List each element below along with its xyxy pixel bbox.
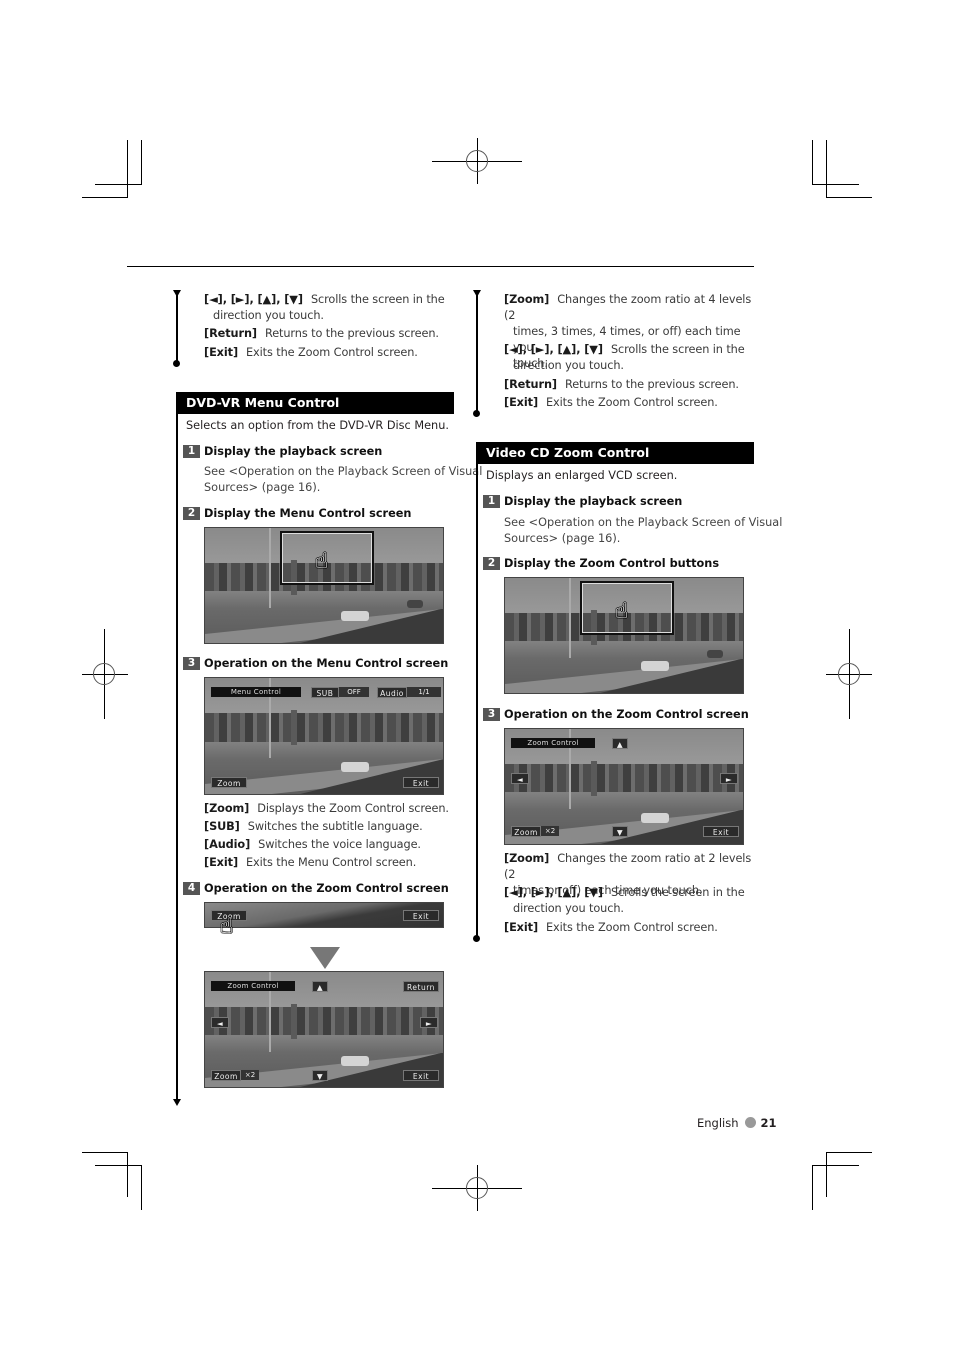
step-number: 2 [483,557,500,570]
zoom-ratio-value: ×2 [541,826,559,836]
step-4-heading: 4 Operation on the Zoom Control screen [183,882,449,896]
scroll-up-button[interactable]: ▲ [312,981,328,992]
section-heading-dvd-vr-menu-control: DVD-VR Menu Control [177,392,454,414]
zoom-control-screen-image: Zoom Control ▲ Return ◄ ► Zoom ×2 ▼ Exit [204,971,444,1088]
step3-item-exit: [Exit] Exits the Menu Control screen. [204,856,417,869]
scroll-right-button[interactable]: ► [720,773,738,784]
step-1-description: See <Operation on the Playback Screen of… [504,516,783,545]
step-1-heading: 1 Display the playback screen [183,445,382,459]
scroll-down-button[interactable]: ▼ [312,1070,328,1081]
zoom-ratio-value: ×2 [241,1070,259,1080]
hand-pointer-icon: ☝ [615,599,629,624]
zoom-button-strip-image: Zoom Exit [204,902,444,928]
sub-value: OFF [339,687,369,697]
audio-button[interactable]: Audio [377,687,407,698]
scroll-left-button[interactable]: ◄ [511,773,529,784]
right-item-arrows: [◄], [►], [▲], [▼] Scrolls the screen in … [504,343,745,372]
scroll-left-button[interactable]: ◄ [211,1017,229,1028]
scroll-down-button[interactable]: ▼ [612,826,628,837]
page-footer: English 21 [697,1116,777,1130]
step-number: 3 [183,657,200,670]
step-number: 1 [483,495,500,508]
step3-item-sub: [SUB] Switches the subtitle language. [204,820,423,833]
menu-control-screen-image: Menu Control SUB OFF Audio 1/1 Zoom Exit [204,677,444,795]
page-number: 21 [760,1116,777,1130]
exit-button[interactable]: Exit [403,777,439,788]
playback-screen-image: ☝ [504,577,744,694]
zoom-control-title: Zoom Control [211,981,295,991]
step-3-heading: 3 Operation on the Zoom Control screen [483,708,749,722]
step-1-description: See <Operation on the Playback Screen of… [204,465,483,494]
down-arrow-indicator-icon [310,947,340,969]
hand-pointer-icon: ☝ [315,549,329,574]
zoom-button[interactable]: Zoom [211,777,247,788]
zoom-button[interactable]: Zoom [511,826,541,837]
step-number: 1 [183,445,200,458]
step-2-heading: 2 Display the Zoom Control buttons [483,557,719,571]
audio-value: 1/1 [407,687,441,697]
sub-button[interactable]: SUB [311,687,339,698]
scroll-up-button[interactable]: ▲ [612,738,628,749]
section-intro: Displays an enlarged VCD screen. [486,469,678,482]
step3-item-exit: [Exit] Exits the Zoom Control screen. [504,921,718,934]
step-number: 4 [183,882,200,895]
section-heading-video-cd-zoom-control: Video CD Zoom Control [477,442,754,464]
header-rule [127,266,754,267]
right-item-exit: [Exit] Exits the Zoom Control screen. [504,396,718,409]
section-intro: Selects an option from the DVD-VR Disc M… [186,419,449,432]
footer-dot-icon [744,1117,756,1128]
step-number: 2 [183,507,200,520]
step-1-heading: 1 Display the playback screen [483,495,682,509]
step3-item-audio: [Audio] Switches the voice language. [204,838,421,851]
zoom-control-screen-image: Zoom Control ▲ ◄ ► Zoom ×2 ▼ Exit [504,728,744,845]
menu-control-title: Menu Control [211,687,301,697]
left-item-exit: [Exit] Exits the Zoom Control screen. [204,346,418,359]
step3-item-arrows: [◄], [►], [▲], [▼] Scrolls the screen in … [504,886,745,915]
exit-button[interactable]: Exit [703,826,739,837]
footer-language: English [697,1116,739,1130]
playback-screen-image: ☝ [204,527,444,644]
right-item-return: [Return] Returns to the previous screen. [504,378,739,391]
zoom-button[interactable]: Zoom [211,1070,241,1081]
left-item-return: [Return] Returns to the previous screen. [204,327,439,340]
step-number: 3 [483,708,500,721]
exit-button[interactable]: Exit [403,1070,439,1081]
left-item-arrows: [◄], [►], [▲], [▼] Scrolls the screen in … [204,293,445,322]
step-3-heading: 3 Operation on the Menu Control screen [183,657,448,671]
exit-button[interactable]: Exit [403,910,439,921]
hand-pointer-icon: ☝ [220,914,234,939]
return-button[interactable]: Return [403,981,439,992]
scroll-right-button[interactable]: ► [420,1017,438,1028]
zoom-control-title: Zoom Control [511,738,595,748]
step3-item-zoom: [Zoom] Displays the Zoom Control screen. [204,802,449,815]
step-2-heading: 2 Display the Menu Control screen [183,507,411,521]
